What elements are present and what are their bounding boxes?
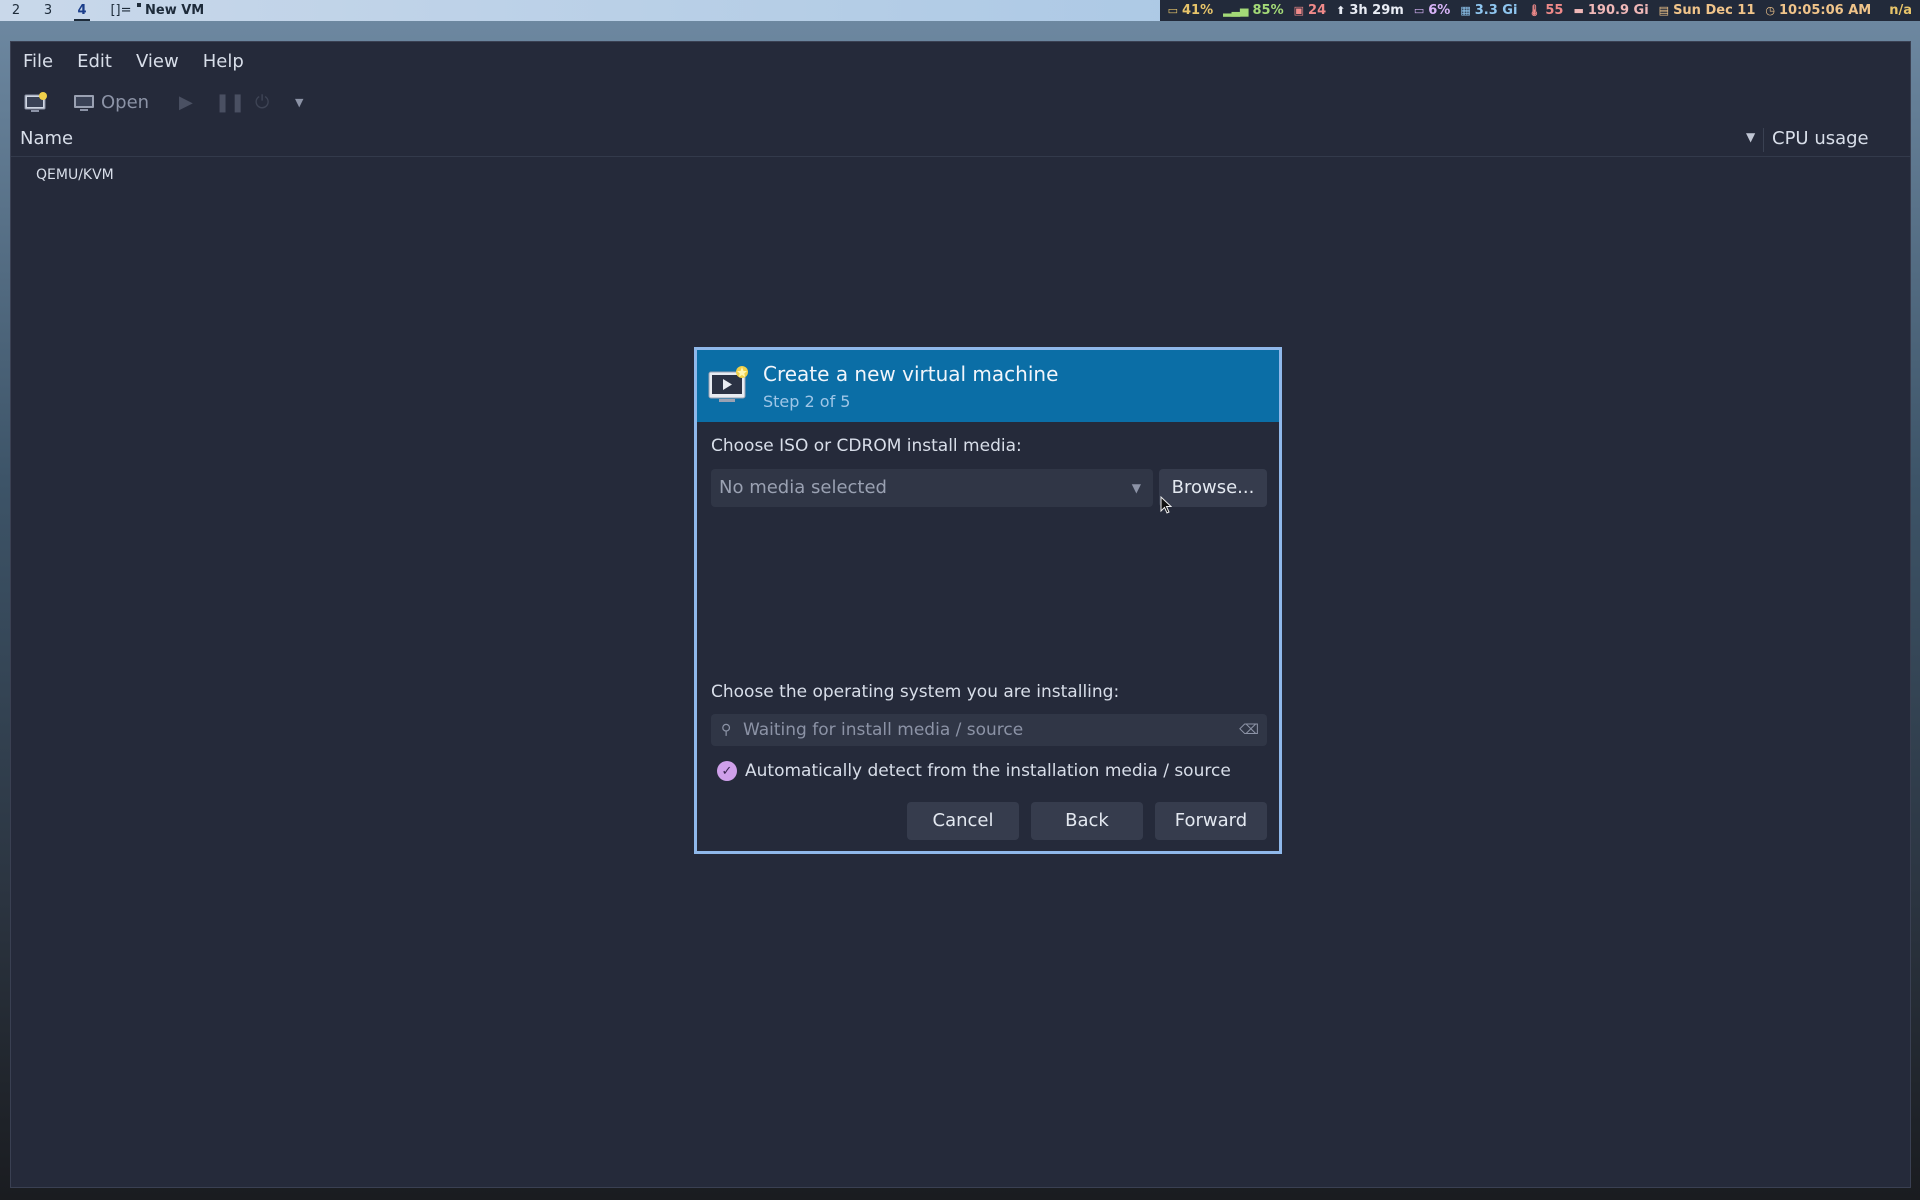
menu-file[interactable]: File: [11, 51, 65, 72]
open-button[interactable]: Open: [73, 92, 149, 113]
time-value: 10:05:06 AM: [1779, 3, 1872, 18]
wifi-value: 85%: [1252, 3, 1284, 18]
column-name[interactable]: Name: [20, 128, 73, 149]
workspace-4[interactable]: 4: [74, 0, 90, 21]
browse-button[interactable]: Browse...: [1159, 469, 1267, 507]
uptime-value: 3h 29m: [1349, 3, 1404, 18]
thermometer-icon: 🌡︎: [1527, 4, 1542, 17]
new-vm-icon: [708, 366, 748, 402]
top-status-bar: 2 3 4 []= New VM ▭ 41% ▂▃▅ 85% ▣ 24 ⬆ 3h…: [0, 0, 1920, 21]
date-status: ▤ Sun Dec 11: [1659, 0, 1756, 21]
uptime-status: ⬆ 3h 29m: [1336, 0, 1404, 21]
pause-icon: ❚❚: [215, 92, 246, 113]
media-combo-value: No media selected: [719, 477, 887, 498]
dialog-step: Step 2 of 5: [763, 392, 851, 411]
dialog-header: Create a new virtual machine Step 2 of 5: [697, 350, 1279, 422]
package-icon: ▣: [1293, 4, 1305, 17]
upload-icon: ⬆: [1336, 4, 1346, 17]
disk-icon: ▬: [1573, 4, 1584, 17]
auto-detect-row: ✓ Automatically detect from the installa…: [717, 761, 1231, 781]
auto-detect-label[interactable]: Automatically detect from the installati…: [745, 761, 1231, 781]
monitor-icon: [74, 94, 94, 111]
monitor-icon: ▭: [1413, 4, 1425, 17]
menu-edit[interactable]: Edit: [65, 51, 124, 72]
new-vm-icon: [24, 92, 47, 112]
mouse-cursor-icon: [1160, 496, 1172, 514]
shutdown-button[interactable]: ⏻: [255, 92, 269, 113]
new-vm-button[interactable]: [24, 92, 48, 118]
shutdown-menu-button[interactable]: ▼: [295, 96, 303, 109]
os-search-placeholder: Waiting for install media / source: [743, 720, 1024, 740]
new-vm-dialog: Create a new virtual machine Step 2 of 5…: [694, 347, 1282, 854]
play-icon: ▶: [179, 92, 193, 113]
media-label: Choose ISO or CDROM install media:: [711, 436, 1022, 456]
menu-help[interactable]: Help: [191, 51, 256, 72]
time-status: ◷ 10:05:06 AM: [1765, 0, 1871, 21]
date-value: Sun Dec 11: [1673, 3, 1756, 18]
clear-icon[interactable]: ⌫: [1239, 714, 1259, 746]
cancel-button[interactable]: Cancel: [907, 802, 1019, 840]
memory-icon: ▦: [1460, 4, 1471, 17]
toolbar: Open ▶ ❚❚ ⏻ ▼: [11, 82, 1910, 124]
workspace-2[interactable]: 2: [9, 0, 23, 21]
connection-row-qemu[interactable]: QEMU/KVM: [36, 167, 114, 183]
calendar-icon: ▤: [1658, 4, 1670, 17]
menu-view[interactable]: View: [124, 51, 191, 72]
chevron-down-icon: ▼: [1131, 481, 1141, 495]
laptop-icon: ▭: [1167, 4, 1178, 17]
signal-icon: ▂▃▅: [1223, 4, 1249, 17]
column-divider: [1763, 128, 1764, 152]
updates-status: ▣ 24: [1294, 0, 1327, 21]
misc-status: n/a: [1889, 0, 1912, 21]
media-combo[interactable]: No media selected ▼: [711, 469, 1153, 507]
forward-button[interactable]: Forward: [1155, 802, 1267, 840]
sort-dropdown-icon[interactable]: ▼: [1746, 130, 1755, 144]
wifi-status: ▂▃▅ 85%: [1223, 0, 1284, 21]
open-label: Open: [101, 92, 150, 113]
list-column-header: Name ▼ CPU usage: [11, 124, 1910, 157]
memory-status: ▦ 3.3 Gi: [1460, 0, 1517, 21]
system-status: ▭ 41% ▂▃▅ 85% ▣ 24 ⬆ 3h 29m ▭ 6% ▦ 3.3 G…: [1159, 0, 1920, 21]
column-cpu-usage[interactable]: CPU usage: [1772, 128, 1869, 149]
cpu-value: 6%: [1428, 3, 1451, 18]
battery-value: 41%: [1182, 3, 1214, 18]
disk-status: ▬ 190.9 Gi: [1573, 0, 1648, 21]
temperature-value: 55: [1545, 3, 1564, 18]
workspace-3[interactable]: 3: [41, 0, 55, 21]
os-label: Choose the operating system you are inst…: [711, 682, 1120, 702]
cpu-status: ▭ 6%: [1414, 0, 1450, 21]
layout-indicator[interactable]: []=: [109, 0, 133, 21]
auto-detect-checkbox[interactable]: ✓: [717, 761, 737, 781]
battery-status: ▭ 41%: [1168, 0, 1214, 21]
active-window-title: New VM: [136, 0, 204, 21]
memory-value: 3.3 Gi: [1474, 3, 1518, 18]
misc-value: n/a: [1889, 3, 1912, 18]
temperature-status: 🌡︎ 55: [1527, 0, 1563, 21]
search-icon: ⚲: [721, 722, 732, 738]
os-search-input[interactable]: ⚲ Waiting for install media / source ⌫: [711, 714, 1267, 746]
power-icon: ⏻: [255, 92, 270, 113]
clock-icon: ◷: [1765, 4, 1776, 17]
menubar: File Edit View Help: [11, 42, 1910, 80]
updates-value: 24: [1308, 3, 1327, 18]
dialog-title: Create a new virtual machine: [763, 362, 1059, 386]
back-button[interactable]: Back: [1031, 802, 1143, 840]
pause-button[interactable]: ❚❚: [215, 92, 245, 113]
disk-value: 190.9 Gi: [1587, 3, 1649, 18]
chevron-down-icon: ▼: [295, 96, 304, 109]
run-button[interactable]: ▶: [179, 92, 193, 113]
